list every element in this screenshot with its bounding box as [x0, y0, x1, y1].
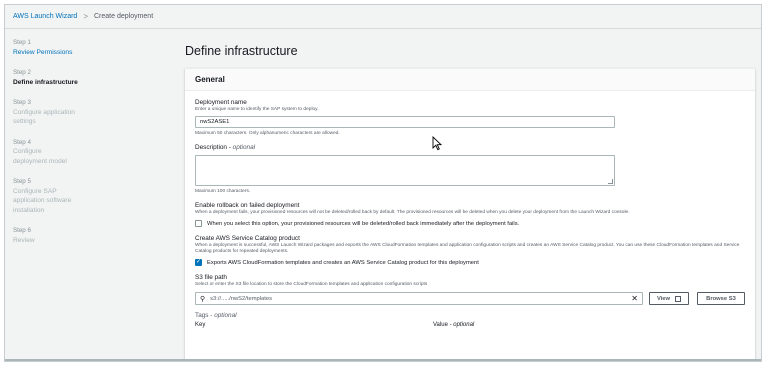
- page-title: Define infrastructure: [185, 44, 298, 58]
- service-catalog-checkbox-label[interactable]: Exports AWS CloudFormation templates and…: [207, 260, 479, 266]
- s3-path-input[interactable]: ⚲ s3://...../nwS2/templates ✕: [195, 292, 643, 305]
- step-number: Step 4: [13, 138, 31, 146]
- deployment-name-input[interactable]: nwS2ASE1: [195, 116, 615, 128]
- resize-handle-icon[interactable]: [608, 179, 613, 184]
- search-icon: ⚲: [200, 295, 206, 303]
- breadcrumb-current: Create deployment: [94, 13, 154, 20]
- service-catalog-description: When a deployment is successful, AWS Lau…: [195, 243, 740, 254]
- general-panel: General Deployment name Enter a unique n…: [185, 68, 755, 361]
- s3-path-description: Select or enter the S3 file location to …: [195, 282, 428, 287]
- step-title: Configure deployment model: [13, 148, 67, 165]
- s3-path-row: ⚲ s3://...../nwS2/templates ✕ View Brows…: [195, 292, 745, 305]
- deployment-name-label: Deployment name: [195, 99, 247, 106]
- browse-s3-button-label: Browse S3: [706, 295, 736, 302]
- tags-header-row: Key Value - optional: [195, 322, 745, 328]
- deployment-name-value: nwS2ASE1: [200, 119, 230, 125]
- wizard-step-3: Step 3 Configure application settings: [13, 98, 175, 127]
- step-title: Review: [13, 236, 35, 244]
- bottom-divider: [5, 359, 761, 361]
- step-number: Step 6: [13, 227, 31, 234]
- step-number: Step 1: [13, 39, 31, 46]
- rollback-description: When a deployment fails, your provisione…: [195, 210, 630, 215]
- wizard-step-2: Step 2 Define infrastructure: [13, 68, 175, 87]
- optional-tag: optional: [232, 144, 256, 151]
- step-title: Configure SAP application software insta…: [13, 187, 72, 214]
- mouse-pointer-icon: [432, 136, 442, 151]
- external-link-icon: [675, 295, 682, 302]
- wizard-step-5: Step 5 Configure SAP application softwar…: [13, 177, 175, 215]
- rollback-checkbox[interactable]: [195, 220, 202, 227]
- description-label: Description - optional: [195, 144, 745, 152]
- breadcrumb: AWS Launch Wizard > Create deployment: [5, 5, 761, 29]
- panel-title: General: [185, 69, 755, 91]
- description-textarea[interactable]: [195, 155, 615, 186]
- service-catalog-title: Create AWS Service Catalog product: [195, 235, 300, 242]
- rollback-checkbox-label[interactable]: When you select this option, your provis…: [207, 221, 519, 227]
- wizard-step-1[interactable]: Step 1 Review Permissions: [13, 38, 175, 57]
- step-title: Configure application settings: [13, 108, 75, 126]
- breadcrumb-separator: >: [83, 12, 88, 21]
- optional-tag: optional: [453, 322, 475, 328]
- view-button-label: View: [656, 295, 671, 302]
- view-button[interactable]: View: [649, 292, 689, 305]
- rollback-option[interactable]: When you select this option, your provis…: [195, 220, 745, 227]
- tags-label-text: Tags: [195, 312, 209, 319]
- service-catalog-checkbox[interactable]: ✓: [195, 259, 202, 266]
- browse-s3-button[interactable]: Browse S3: [697, 292, 745, 305]
- optional-tag: optional: [214, 312, 237, 319]
- s3-path-label: S3 file path: [195, 274, 227, 281]
- tags-value-header: Value - optional: [433, 322, 475, 328]
- description-label-text: Description: [195, 144, 227, 151]
- step-title[interactable]: Review Permissions: [13, 48, 175, 58]
- wizard-step-4: Step 4 Configure deployment model: [13, 138, 175, 167]
- tags-value-header-text: Value: [433, 322, 448, 328]
- wizard-steps-nav: Step 1 Review Permissions Step 2 Define …: [5, 30, 175, 361]
- service-catalog-option[interactable]: ✓ Exports AWS CloudFormation templates a…: [195, 259, 745, 266]
- step-title: Define infrastructure: [13, 78, 78, 86]
- breadcrumb-link-launch-wizard[interactable]: AWS Launch Wizard: [13, 13, 77, 20]
- deployment-name-description: Enter a unique name to identify the SAP …: [195, 107, 319, 112]
- rollback-title: Enable rollback on failed deployment: [195, 202, 300, 209]
- main-content: Define infrastructure General Deployment…: [185, 30, 755, 361]
- step-number: Step 3: [13, 99, 31, 106]
- step-number: Step 5: [13, 178, 31, 185]
- tags-label: Tags - optional: [195, 312, 745, 320]
- tags-key-header: Key: [195, 322, 206, 328]
- step-number: Step 2: [13, 69, 31, 76]
- s3-path-value: s3://...../nwS2/templates: [210, 295, 273, 302]
- description-hint: Maximum 100 characters.: [195, 189, 251, 194]
- deployment-name-hint: Maximum 50 characters. Only alphanumeric…: [195, 131, 340, 136]
- clear-icon[interactable]: ✕: [631, 294, 638, 303]
- app-window: AWS Launch Wizard > Create deployment St…: [4, 4, 762, 362]
- wizard-step-6: Step 6 Review: [13, 226, 175, 245]
